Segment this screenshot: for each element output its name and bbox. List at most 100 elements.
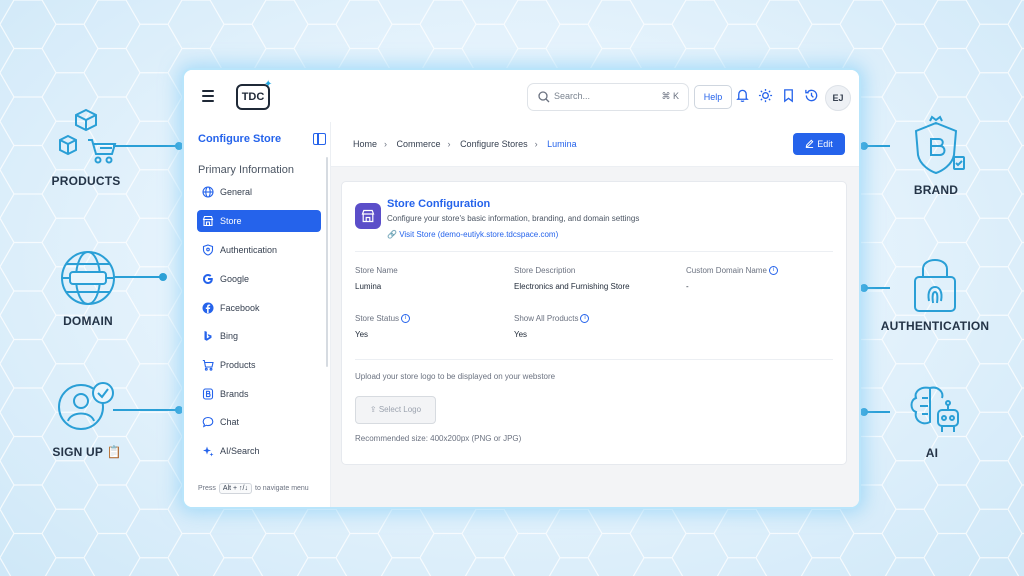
sidebar-item-label: AI/Search bbox=[220, 446, 260, 456]
store-name-label: Store Name bbox=[355, 266, 398, 275]
info-icon[interactable]: i bbox=[580, 314, 590, 324]
breadcrumb-current: Lumina bbox=[547, 139, 577, 149]
upload-icon: ⇪ bbox=[369, 405, 377, 414]
main-content: Home › Commerce › Configure Stores › Lumina… bbox=[331, 122, 859, 507]
feature-authentication: AUTHENTICATION bbox=[880, 251, 990, 333]
sidebar-item-store[interactable]: Store bbox=[197, 210, 321, 232]
divider bbox=[355, 359, 833, 360]
feature-label-authentication: AUTHENTICATION bbox=[880, 319, 990, 333]
sidebar-item-label: Bing bbox=[220, 331, 239, 341]
show-all-products-label: Show All Products i bbox=[514, 314, 590, 324]
bell-icon[interactable] bbox=[735, 88, 750, 103]
store-icon bbox=[202, 215, 214, 227]
sidebar-item-brands[interactable]: Brands bbox=[197, 383, 321, 405]
feature-label-domain: DOMAIN bbox=[63, 314, 113, 328]
custom-domain-value: - bbox=[686, 282, 689, 291]
products-icon bbox=[54, 106, 118, 170]
breadcrumb: Home › Commerce › Configure Stores › Lumina bbox=[353, 139, 577, 149]
avatar[interactable]: EJ bbox=[825, 85, 851, 111]
sidebar-item-label: Authentication bbox=[220, 245, 278, 255]
sidebar-item-label: Google bbox=[220, 274, 250, 284]
feature-label-signup: SIGN UP 📋 bbox=[52, 445, 122, 459]
app-window: TDC ✦ Search... ⌘ K Help EJ Configure St… bbox=[184, 70, 859, 507]
sparkle-icon bbox=[202, 445, 214, 457]
breadcrumb-configure-stores[interactable]: Configure Stores bbox=[460, 139, 528, 149]
sidebar-item-label: Chat bbox=[220, 417, 240, 427]
edit-button[interactable]: Edit bbox=[793, 133, 845, 155]
sun-icon[interactable] bbox=[758, 88, 773, 103]
sidebar-item-bing[interactable]: Bing bbox=[197, 325, 321, 347]
sidebar-item-authentication[interactable]: Authentication bbox=[197, 239, 321, 261]
sidebar-item-general[interactable]: General bbox=[197, 181, 321, 203]
logo-sparkle-icon: ✦ bbox=[264, 79, 273, 90]
padlock-fingerprint-icon bbox=[903, 251, 967, 315]
connector-signup bbox=[113, 406, 183, 414]
pencil-icon bbox=[805, 139, 814, 149]
search-icon bbox=[538, 91, 550, 103]
feature-label-ai: AI bbox=[925, 446, 939, 460]
breadcrumb-commerce[interactable]: Commerce bbox=[397, 139, 441, 149]
google-icon bbox=[202, 273, 214, 285]
feature-products: PRODUCTS bbox=[31, 106, 141, 188]
sidebar-title: Configure Store bbox=[198, 133, 282, 145]
feature-label-brand: BRAND bbox=[913, 183, 959, 197]
sidebar-item-google[interactable]: Google bbox=[197, 268, 321, 290]
brand-icon bbox=[202, 388, 214, 400]
search-placeholder: Search... bbox=[554, 91, 591, 101]
bookmark-icon[interactable] bbox=[781, 88, 796, 103]
top-bar: TDC ✦ Search... ⌘ K Help EJ bbox=[184, 70, 859, 123]
shield-icon bbox=[202, 244, 214, 256]
divider bbox=[355, 251, 833, 252]
user-check-icon bbox=[55, 377, 119, 441]
sidebar-item-facebook[interactable]: Facebook bbox=[197, 297, 321, 319]
bing-icon bbox=[202, 330, 214, 342]
sidebar-item-ai-search[interactable]: AI/Search bbox=[197, 440, 321, 462]
brand-shield-icon bbox=[904, 115, 968, 179]
store-description-label: Store Description bbox=[514, 266, 576, 275]
store-status-label: Store Status i bbox=[355, 314, 411, 324]
edit-button-label: Edit bbox=[817, 139, 833, 149]
sidebar-item-label: Brands bbox=[220, 389, 249, 399]
upload-instructions: Upload your store logo to be displayed o… bbox=[355, 372, 556, 381]
breadcrumb-home[interactable]: Home bbox=[353, 139, 377, 149]
link-icon: 🔗 bbox=[387, 230, 397, 239]
sidebar-item-label: General bbox=[220, 187, 253, 197]
globe-www-icon bbox=[56, 246, 120, 310]
feature-label-products: PRODUCTS bbox=[51, 174, 121, 188]
store-description-value: Electronics and Furnishing Store bbox=[514, 282, 630, 291]
sidebar-section-heading: Primary Information bbox=[198, 164, 294, 176]
show-all-products-value: Yes bbox=[514, 330, 528, 339]
sidebar-scrollbar[interactable] bbox=[326, 157, 328, 367]
card-subtitle: Configure your store's basic information… bbox=[387, 214, 640, 223]
select-logo-button[interactable]: ⇪ Select Logo bbox=[355, 396, 436, 424]
recommended-size-text: Recommended size: 400x200px (PNG or JPG) bbox=[355, 434, 522, 443]
breadcrumb-bar: Home › Commerce › Configure Stores › Lumina… bbox=[331, 122, 859, 167]
sidebar-item-chat[interactable]: Chat bbox=[197, 411, 321, 433]
info-icon[interactable]: i bbox=[768, 266, 778, 276]
hamburger-menu-icon[interactable] bbox=[202, 90, 214, 105]
connector-products bbox=[113, 142, 183, 150]
sidebar-item-label: Products bbox=[220, 360, 256, 370]
sidebar-item-label: Store bbox=[220, 216, 242, 226]
store-status-value: Yes bbox=[355, 330, 369, 339]
chat-icon bbox=[202, 416, 214, 428]
feature-signup: SIGN UP 📋 bbox=[32, 377, 142, 459]
visit-store-link[interactable]: 🔗 Visit Store (demo-eutiyk.store.tdcspac… bbox=[387, 230, 558, 239]
search-input[interactable]: Search... ⌘ K bbox=[527, 83, 689, 111]
search-shortcut: ⌘ K bbox=[661, 91, 679, 101]
cart-icon bbox=[202, 359, 214, 371]
sidebar-toggle-icon[interactable] bbox=[313, 133, 326, 145]
card-title: Store Configuration bbox=[387, 198, 491, 210]
connector-domain bbox=[113, 273, 167, 281]
info-icon[interactable]: i bbox=[401, 314, 411, 324]
feature-ai: AI bbox=[877, 378, 987, 460]
feature-brand: BRAND bbox=[881, 115, 991, 197]
custom-domain-label: Custom Domain Name i bbox=[686, 266, 778, 276]
sidebar-item-products[interactable]: Products bbox=[197, 354, 321, 376]
help-button[interactable]: Help bbox=[694, 85, 732, 109]
brain-robot-icon bbox=[900, 378, 964, 442]
feature-domain: DOMAIN bbox=[33, 246, 143, 328]
history-icon[interactable] bbox=[804, 88, 819, 103]
store-name-value: Lumina bbox=[355, 282, 382, 291]
sidebar: Configure Store Primary Information Gene… bbox=[184, 122, 331, 507]
